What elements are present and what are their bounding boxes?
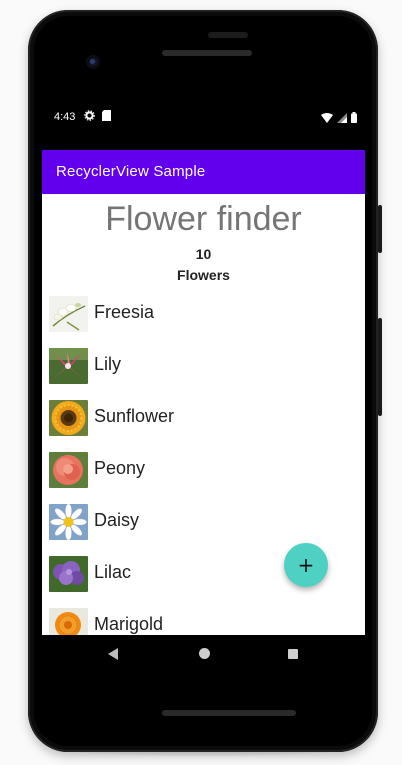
list-item-name: Marigold bbox=[94, 614, 164, 634]
header-title: Flower finder bbox=[105, 200, 302, 238]
list-item[interactable]: Lily bbox=[42, 342, 365, 394]
top-grille bbox=[208, 32, 248, 38]
list-item-name: Peony bbox=[94, 458, 146, 478]
add-icon: + bbox=[297, 553, 315, 577]
status-bar: 4:43 bbox=[42, 106, 365, 130]
freesia-thumbnail-icon bbox=[49, 296, 88, 332]
list-item-name: Lily bbox=[94, 354, 122, 374]
status-time: 4:43 bbox=[54, 111, 76, 123]
list-item-name: Freesia bbox=[94, 302, 155, 322]
app-bar-title: RecyclerView Sample bbox=[56, 163, 206, 180]
back-icon[interactable] bbox=[108, 648, 118, 660]
peony-thumbnail-icon bbox=[49, 452, 88, 488]
app-bar: RecyclerView Sample bbox=[42, 150, 365, 194]
home-icon[interactable] bbox=[199, 648, 210, 659]
settings-gear-icon bbox=[84, 110, 95, 124]
list-item[interactable]: Peony bbox=[42, 446, 365, 498]
stage: 4:43 RecyclerView Sample Flower finder 1… bbox=[0, 0, 402, 765]
flower-count-label: Flowers bbox=[177, 267, 230, 283]
battery-icon bbox=[351, 112, 357, 126]
front-camera-icon bbox=[86, 55, 100, 69]
status-right-icons bbox=[321, 112, 357, 126]
bottom-speaker bbox=[162, 710, 296, 716]
list-item[interactable]: Daisy bbox=[42, 498, 365, 550]
list-item-name: Lilac bbox=[94, 562, 132, 582]
list-item-name: Daisy bbox=[94, 510, 140, 530]
wifi-icon bbox=[321, 112, 333, 126]
power-button[interactable] bbox=[378, 205, 382, 253]
add-flower-fab[interactable]: + bbox=[284, 543, 328, 587]
sunflower-thumbnail-icon bbox=[49, 400, 88, 436]
marigold-thumbnail-icon bbox=[49, 608, 88, 635]
flower-count: 10 bbox=[195, 246, 212, 262]
sd-card-icon bbox=[102, 110, 111, 124]
cell-signal-icon bbox=[337, 112, 347, 126]
lilac-thumbnail-icon bbox=[49, 556, 88, 592]
earpiece-speaker bbox=[162, 50, 252, 56]
daisy-thumbnail-icon bbox=[49, 504, 88, 540]
recents-icon[interactable] bbox=[288, 649, 298, 659]
list-item-name: Sunflower bbox=[94, 406, 175, 426]
volume-button[interactable] bbox=[378, 318, 382, 416]
list-item[interactable]: Sunflower bbox=[42, 394, 365, 446]
navigation-bar bbox=[42, 635, 365, 675]
list-item[interactable]: Marigold bbox=[42, 602, 365, 635]
list-item[interactable]: Freesia bbox=[42, 290, 365, 342]
lily-thumbnail-icon bbox=[49, 348, 88, 384]
